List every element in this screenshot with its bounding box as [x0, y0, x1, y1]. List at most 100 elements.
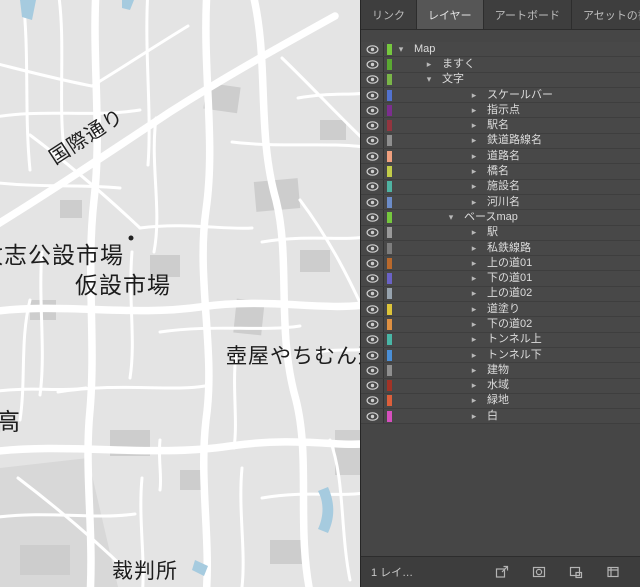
visibility-toggle[interactable] — [361, 240, 384, 256]
disclosure-chevron-icon[interactable]: ▸ — [468, 319, 480, 329]
disclosure-chevron-icon[interactable]: ▸ — [468, 304, 480, 314]
visibility-toggle[interactable] — [361, 194, 384, 210]
layer-row[interactable]: ▸ トンネル下 — [361, 347, 640, 364]
disclosure-chevron-icon[interactable]: ▸ — [468, 258, 480, 268]
layer-name: 下の道02 — [487, 317, 533, 330]
disclosure-chevron-icon[interactable]: ▸ — [468, 243, 480, 253]
layers-panel: リンク レイヤー アートボード アセットの書き出し — [360, 0, 640, 587]
visibility-toggle[interactable] — [361, 332, 384, 347]
eye-icon — [365, 75, 379, 85]
layer-color-bar — [387, 150, 392, 162]
disclosure-chevron-icon[interactable]: ▸ — [468, 167, 480, 176]
map-label-courthouse: 裁判所 — [112, 560, 178, 583]
layer-row[interactable]: ▸ スケールバー — [361, 87, 640, 104]
panel-tab[interactable]: レイヤー — [417, 0, 484, 29]
visibility-toggle[interactable] — [361, 87, 384, 103]
layer-row[interactable]: ▾ ベースmap — [361, 210, 640, 226]
disclosure-chevron-icon[interactable]: ▸ — [468, 136, 480, 145]
new-sublayer-icon[interactable] — [568, 565, 583, 580]
visibility-toggle[interactable] — [361, 378, 384, 393]
layer-row[interactable]: ▸ 緑地 — [361, 393, 640, 410]
layer-name: 建物 — [487, 363, 509, 376]
disclosure-chevron-icon[interactable]: ▸ — [468, 274, 480, 283]
disclosure-chevron-icon[interactable]: ▾ — [445, 212, 457, 222]
disclosure-chevron-icon[interactable]: ▸ — [468, 121, 480, 130]
layer-row[interactable]: ▸ 水域 — [361, 378, 640, 394]
panel-statusbar: 1 レイ… — [361, 556, 640, 587]
layer-name: ますく — [442, 57, 475, 70]
visibility-toggle[interactable] — [361, 103, 384, 118]
layer-row[interactable]: ▸ 建物 — [361, 363, 640, 379]
visibility-toggle[interactable] — [361, 363, 384, 378]
layer-row[interactable]: ▸ 白 — [361, 409, 640, 425]
layer-name: 道塗り — [487, 302, 520, 315]
visibility-toggle[interactable] — [361, 179, 384, 194]
disclosure-chevron-icon[interactable]: ▸ — [423, 59, 435, 69]
layer-row[interactable]: ▸ 道路名 — [361, 149, 640, 165]
layer-row[interactable]: ▸ トンネル上 — [361, 332, 640, 348]
layer-row[interactable]: ▸ 指示点 — [361, 103, 640, 119]
disclosure-chevron-icon[interactable]: ▸ — [468, 90, 480, 100]
layer-row[interactable]: ▸ 鉄道路線名 — [361, 133, 640, 150]
layer-row[interactable]: ▸ 私鉄線路 — [361, 240, 640, 257]
panel-tab[interactable]: アートボード — [483, 0, 573, 29]
map-label-tsuboya-yachimun: 壺屋やちむん通り — [226, 345, 360, 368]
disclosure-chevron-icon[interactable]: ▸ — [468, 289, 480, 298]
layer-row[interactable]: ▸ 上の道02 — [361, 286, 640, 303]
visibility-toggle[interactable] — [361, 57, 384, 72]
visibility-toggle[interactable] — [361, 118, 384, 133]
map-canvas[interactable]: 国際通り 牧志公設市場 仮設市場 壺屋やちむん通り 高 裁判所 — [0, 0, 360, 587]
visibility-toggle[interactable] — [361, 149, 384, 164]
visibility-toggle[interactable] — [361, 42, 384, 57]
layer-row[interactable]: ▸ 道塗り — [361, 302, 640, 318]
disclosure-chevron-icon[interactable]: ▸ — [468, 365, 480, 375]
visibility-toggle[interactable] — [361, 317, 384, 332]
disclosure-chevron-icon[interactable]: ▸ — [468, 182, 480, 191]
visibility-toggle[interactable] — [361, 347, 384, 363]
disclosure-chevron-icon[interactable]: ▸ — [468, 396, 480, 405]
disclosure-chevron-icon[interactable]: ▸ — [468, 105, 480, 115]
visibility-toggle[interactable] — [361, 225, 384, 240]
layer-color-bar — [387, 196, 392, 208]
disclosure-chevron-icon[interactable]: ▾ — [395, 44, 407, 54]
visibility-toggle[interactable] — [361, 393, 384, 409]
layer-row[interactable]: ▸ 上の道01 — [361, 256, 640, 272]
disclosure-chevron-icon[interactable]: ▾ — [423, 75, 435, 84]
layer-color-bar — [387, 211, 392, 223]
disclosure-chevron-icon[interactable]: ▸ — [468, 151, 480, 161]
layer-row[interactable]: ▸ 駅 — [361, 225, 640, 241]
visibility-toggle[interactable] — [361, 256, 384, 271]
clipping-mask-icon[interactable] — [531, 565, 546, 580]
visibility-toggle[interactable] — [361, 271, 384, 286]
disclosure-chevron-icon[interactable]: ▸ — [468, 350, 480, 360]
layer-row[interactable]: ▾ Map — [361, 42, 640, 58]
layer-name: 緑地 — [487, 394, 509, 407]
layer-row[interactable]: ▸ 駅名 — [361, 118, 640, 134]
visibility-toggle[interactable] — [361, 409, 384, 424]
eye-icon — [365, 274, 379, 283]
visibility-toggle[interactable] — [361, 133, 384, 149]
layer-row[interactable]: ▸ 施設名 — [361, 179, 640, 195]
disclosure-chevron-icon[interactable]: ▸ — [468, 381, 480, 390]
disclosure-chevron-icon[interactable]: ▸ — [468, 228, 480, 237]
panel-tab[interactable]: アセットの書き出し — [572, 0, 640, 29]
visibility-toggle[interactable] — [361, 286, 384, 302]
layer-row[interactable]: ▸ 下の道01 — [361, 271, 640, 287]
export-icon[interactable] — [494, 565, 509, 580]
layer-row[interactable]: ▸ ますく — [361, 57, 640, 73]
visibility-toggle[interactable] — [361, 164, 384, 179]
disclosure-chevron-icon[interactable]: ▸ — [468, 335, 480, 344]
layer-row[interactable]: ▾ 文字 — [361, 72, 640, 88]
new-layer-icon[interactable] — [605, 565, 620, 580]
disclosure-chevron-icon[interactable]: ▸ — [468, 411, 480, 421]
layer-row[interactable]: ▸ 橋名 — [361, 164, 640, 180]
visibility-toggle[interactable] — [361, 302, 384, 317]
layer-row[interactable]: ▸ 河川名 — [361, 194, 640, 211]
panel-tab[interactable]: リンク — [361, 0, 417, 29]
layer-name: 道路名 — [487, 149, 520, 162]
visibility-toggle[interactable] — [361, 72, 384, 87]
layer-color-bar — [387, 104, 392, 116]
disclosure-chevron-icon[interactable]: ▸ — [468, 197, 480, 207]
visibility-toggle[interactable] — [361, 210, 384, 225]
layer-row[interactable]: ▸ 下の道02 — [361, 317, 640, 333]
